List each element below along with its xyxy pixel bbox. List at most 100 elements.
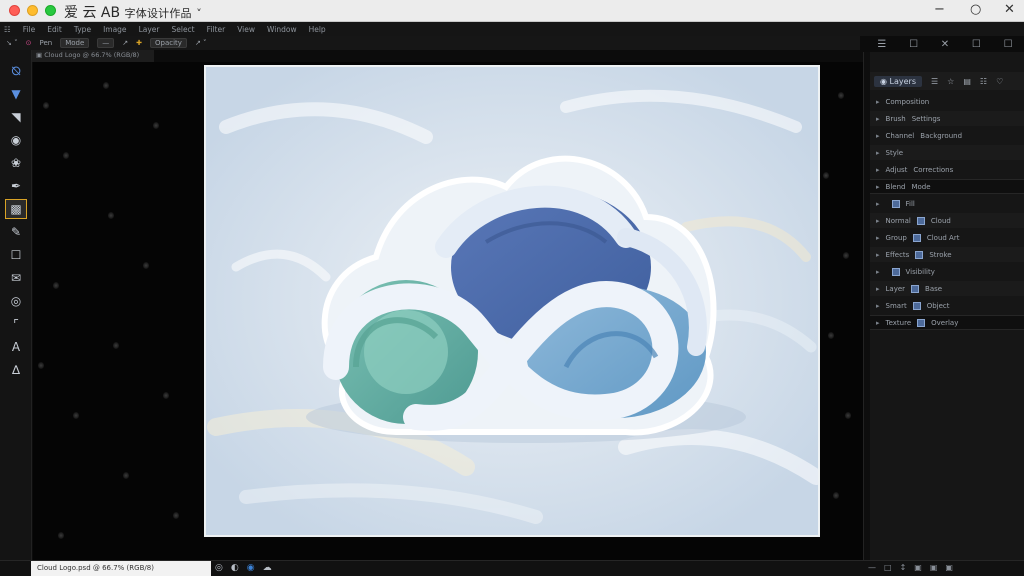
document-tab[interactable]: ▣ Cloud Logo @ 66.7% (RGB/8) bbox=[30, 50, 154, 62]
expand-arrow-icon[interactable]: ▸ bbox=[876, 234, 880, 242]
shape-icon[interactable]: ∆ bbox=[6, 361, 26, 379]
menu-view[interactable]: View bbox=[237, 25, 255, 34]
brush-icon[interactable]: ✎ bbox=[6, 223, 26, 241]
zoom-box-icon[interactable]: □ bbox=[884, 563, 892, 572]
menu-window[interactable]: Window bbox=[267, 25, 297, 34]
menu-help[interactable]: Help bbox=[309, 25, 326, 34]
angle-icon[interactable]: ↗ bbox=[122, 39, 128, 47]
tab-grid-icon[interactable]: ▤ bbox=[963, 77, 971, 86]
layer-row[interactable]: ▸ Adjust Corrections bbox=[870, 162, 1024, 177]
expand-arrow-icon[interactable]: ▸ bbox=[876, 302, 880, 310]
layer-row[interactable]: ▸ Visibility bbox=[870, 264, 1024, 279]
expand-arrow-icon[interactable]: ▸ bbox=[876, 200, 880, 208]
type-icon[interactable]: ☐ bbox=[6, 246, 26, 264]
expand-arrow-icon[interactable]: ▸ bbox=[876, 183, 880, 191]
expand-arrow-icon[interactable]: ▸ bbox=[876, 115, 880, 123]
panel-float-icon[interactable]: ☐ bbox=[1004, 39, 1013, 50]
layer-row[interactable]: ▸ Style bbox=[870, 145, 1024, 160]
layer-row[interactable]: ▸ Smart Object bbox=[870, 298, 1024, 313]
size-field[interactable]: — bbox=[97, 38, 115, 48]
pen-icon[interactable]: ✒ bbox=[6, 177, 26, 195]
tab-heart-icon[interactable]: ♡ bbox=[996, 77, 1003, 86]
menu-file[interactable]: File bbox=[23, 25, 36, 34]
close-icon[interactable]: ✕ bbox=[1004, 2, 1015, 17]
texture-speck bbox=[38, 362, 44, 369]
expand-arrow-icon[interactable]: ▸ bbox=[876, 166, 880, 174]
layer-row[interactable]: ▸ Composition bbox=[870, 94, 1024, 109]
tab-star-icon[interactable]: ☆ bbox=[947, 77, 954, 86]
cloud-icon[interactable]: ☁ bbox=[263, 563, 272, 573]
layer-row[interactable]: ▸ Effects Stroke bbox=[870, 247, 1024, 262]
expand-arrow-icon[interactable]: ▸ bbox=[876, 319, 880, 327]
color-swatch-icon[interactable]: ▩ bbox=[5, 199, 27, 219]
canvas-workspace[interactable] bbox=[33, 62, 863, 560]
layer-row[interactable]: ▸ Blend Mode bbox=[870, 179, 1024, 194]
layer-row[interactable]: ▸ Channel Background bbox=[870, 128, 1024, 143]
menu-type[interactable]: Type bbox=[74, 25, 91, 34]
panel-menu-icon[interactable]: ☰ bbox=[877, 39, 886, 50]
select-icon[interactable]: ◥ bbox=[6, 108, 26, 126]
chat-icon[interactable]: ✉ bbox=[6, 269, 26, 287]
expand-arrow-icon[interactable]: ▸ bbox=[876, 217, 880, 225]
restore-icon[interactable]: ○ bbox=[970, 2, 981, 17]
expand-arrow-icon[interactable]: ▸ bbox=[876, 285, 880, 293]
view-icon-3[interactable]: ▣ bbox=[945, 563, 953, 572]
options-bar: ↘ ˅ ⊙ Pen Mode — ↗ ✚ Opacity ↗ ˅ bbox=[0, 36, 860, 50]
globe-icon[interactable]: ◉ bbox=[247, 563, 255, 573]
layer-row[interactable]: ▸ Texture Overlay bbox=[870, 315, 1024, 330]
layer-row[interactable]: ▸ Group Cloud Art bbox=[870, 230, 1024, 245]
lasso-icon[interactable]: ⦰ bbox=[6, 62, 26, 80]
contrast-icon[interactable]: ◐ bbox=[231, 563, 239, 573]
panel-expand-icon[interactable]: ☐ bbox=[909, 39, 918, 50]
menu-layer[interactable]: Layer bbox=[139, 25, 160, 34]
layer-row-label: Texture bbox=[885, 318, 912, 327]
brush-preset-icon[interactable]: ⊙ bbox=[26, 39, 32, 47]
layer-row-label: Smart bbox=[885, 301, 907, 310]
grid-menu-icon[interactable]: ☷ bbox=[4, 25, 11, 34]
shield-icon[interactable]: ▼ bbox=[6, 85, 26, 103]
expand-arrow-icon[interactable]: ▸ bbox=[876, 132, 880, 140]
text-icon[interactable]: A bbox=[6, 338, 26, 356]
clone-icon[interactable]: ❀ bbox=[6, 154, 26, 172]
tab-layers[interactable]: ◉ Layers bbox=[874, 75, 922, 87]
layer-row[interactable]: ▸ Normal Cloud bbox=[870, 213, 1024, 228]
close-window-button[interactable] bbox=[9, 5, 20, 16]
panel-dock-icon[interactable]: ☐ bbox=[972, 39, 981, 50]
mode-select[interactable]: Mode bbox=[60, 38, 90, 48]
layer-thumbnail bbox=[912, 301, 921, 310]
menu-filter[interactable]: Filter bbox=[207, 25, 226, 34]
tool-preset-picker[interactable]: ↘ ˅ bbox=[6, 39, 18, 47]
pen-option[interactable]: Pen bbox=[39, 39, 52, 47]
target-icon[interactable]: ◎ bbox=[215, 563, 223, 573]
maximize-window-button[interactable] bbox=[45, 5, 56, 16]
view-icon-1[interactable]: ▣ bbox=[914, 563, 922, 572]
crop-icon[interactable]: ⌜ bbox=[6, 315, 26, 333]
expand-arrow-icon[interactable]: ▸ bbox=[876, 149, 880, 157]
eye-icon[interactable]: ◉ bbox=[6, 131, 26, 149]
expand-arrow-icon[interactable]: ▸ bbox=[876, 268, 880, 276]
expand-arrow-icon[interactable]: ▸ bbox=[876, 251, 880, 259]
airbrush-icon[interactable]: ✚ bbox=[136, 39, 142, 47]
chevron-down-icon[interactable]: ˅ bbox=[196, 7, 202, 20]
tab-list-icon[interactable]: ☰ bbox=[931, 77, 938, 86]
expand-arrow-icon[interactable]: ▸ bbox=[876, 98, 880, 106]
view-icon-2[interactable]: ▣ bbox=[930, 563, 938, 572]
texture-speck bbox=[838, 92, 844, 99]
menu-image[interactable]: Image bbox=[103, 25, 127, 34]
minimize-icon[interactable]: − bbox=[934, 2, 945, 17]
pressure-icon[interactable]: ↗ ˅ bbox=[195, 39, 207, 47]
opacity-field[interactable]: Opacity bbox=[150, 38, 187, 48]
layer-row[interactable]: ▸ Brush Settings bbox=[870, 111, 1024, 126]
artboard[interactable] bbox=[206, 67, 818, 535]
resize-icon[interactable]: ↕ bbox=[900, 563, 907, 572]
layer-row[interactable]: ▸ Layer Base bbox=[870, 281, 1024, 296]
menu-select[interactable]: Select bbox=[171, 25, 194, 34]
target-icon[interactable]: ◎ bbox=[6, 292, 26, 310]
layer-row[interactable]: ▸ Fill bbox=[870, 196, 1024, 211]
menu-edit[interactable]: Edit bbox=[47, 25, 62, 34]
tab-menu-icon[interactable]: ☷ bbox=[980, 77, 987, 86]
layer-row-value: Base bbox=[925, 284, 943, 293]
zoom-out-icon[interactable]: — bbox=[868, 563, 876, 572]
panel-close-icon[interactable]: ✕ bbox=[941, 39, 949, 50]
minimize-window-button[interactable] bbox=[27, 5, 38, 16]
